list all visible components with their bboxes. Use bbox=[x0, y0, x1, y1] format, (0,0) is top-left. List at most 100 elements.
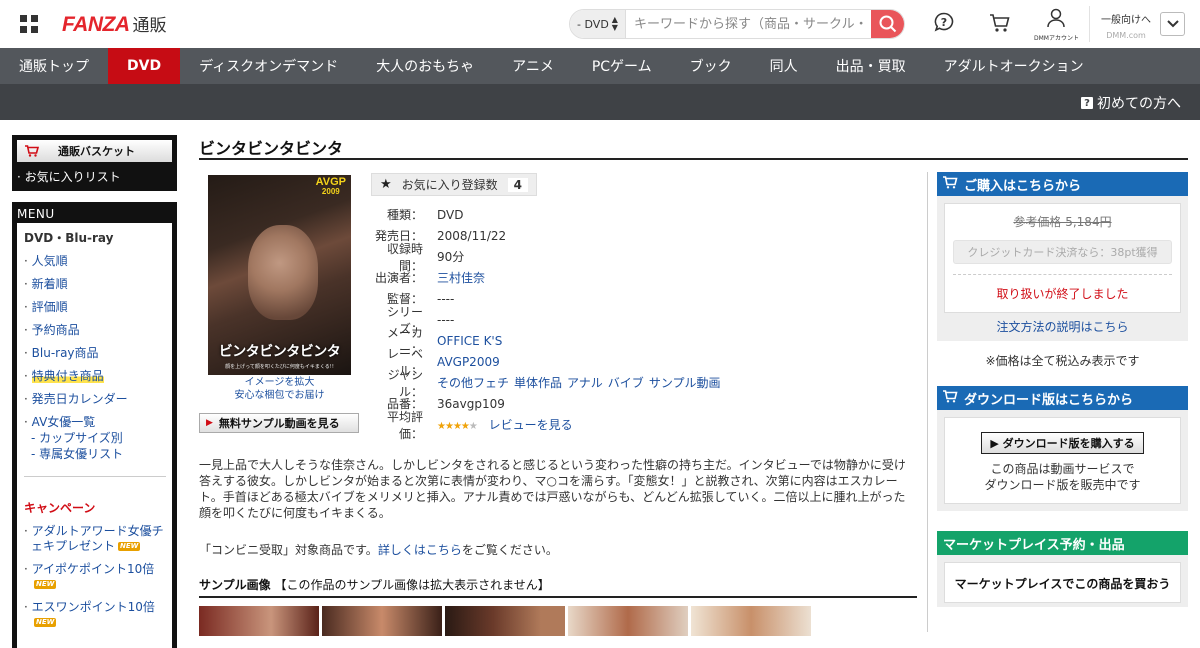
sidebar-sub-link[interactable]: - 専属女優リスト bbox=[31, 446, 166, 462]
app-grid-icon[interactable] bbox=[20, 15, 38, 33]
sample-thumbnail[interactable] bbox=[322, 606, 442, 636]
favorites-label: お気に入りリスト bbox=[24, 170, 121, 184]
search-category-label: - DVD bbox=[577, 17, 609, 31]
search-button[interactable] bbox=[871, 10, 904, 38]
spec-row-genre: ジャンル： その他フェチ 単体作品 アナル バイブ サンプル動画 bbox=[371, 368, 741, 399]
favorite-count-label: お気に入り登録数 bbox=[401, 178, 498, 192]
nav-item[interactable]: 通販トップ bbox=[0, 48, 108, 84]
purchase-head: ご購入はこちらから bbox=[937, 172, 1188, 196]
bullet: · bbox=[24, 277, 32, 291]
search-input[interactable] bbox=[626, 10, 871, 38]
sidebar-sub-link-label: 専属女優リスト bbox=[39, 447, 124, 461]
nav-item[interactable]: PCゲーム bbox=[573, 48, 671, 84]
order-method-link[interactable]: 注文方法の説明はこちら bbox=[944, 313, 1181, 337]
sidebar-menu-link-label: AV女優一覧 bbox=[31, 415, 96, 429]
user-icon bbox=[1047, 8, 1065, 28]
cover-links: イメージを拡大 安心な梱包でお届け bbox=[208, 376, 351, 402]
help-icon[interactable]: ? bbox=[934, 12, 954, 35]
marketplace-panel: マーケットプレイスでこの商品を買おう bbox=[937, 555, 1188, 607]
cart-icon[interactable] bbox=[989, 12, 1011, 37]
basket-button[interactable]: 通販バスケット bbox=[17, 140, 172, 162]
sample-video-button[interactable]: ▶ 無料サンプル動画を見る bbox=[199, 413, 359, 433]
sidebar-sub-link-label: カップサイズ別 bbox=[39, 431, 123, 445]
nav-item[interactable]: ブック bbox=[671, 48, 751, 84]
bullet: · bbox=[24, 415, 32, 429]
sidebar-menu-link[interactable]: · 新着順 bbox=[24, 277, 166, 292]
credit-card-points: クレジットカード決済なら：38pt獲得 bbox=[953, 240, 1172, 264]
genre-link[interactable]: アナル bbox=[567, 376, 603, 390]
sample-thumbnail[interactable] bbox=[568, 606, 688, 636]
enlarge-image-link[interactable]: イメージを拡大 bbox=[245, 377, 315, 388]
favorite-count-button[interactable]: ★ お気に入り登録数 4 bbox=[371, 173, 538, 196]
spec-key: 出演者： bbox=[374, 271, 423, 285]
rating-value: ★★★★★ レビューを見る bbox=[437, 416, 573, 433]
konbini-prefix: 「コンビニ受取」対象商品です。 bbox=[199, 543, 378, 557]
sidebar-menu-link[interactable]: · 評価順 bbox=[24, 300, 166, 315]
spec-value[interactable]: OFFICE K'S bbox=[437, 334, 502, 348]
bullet: · bbox=[24, 323, 32, 337]
account-button[interactable]: DMMアカウント bbox=[1034, 8, 1079, 42]
sidebar-menu-link[interactable]: · 特典付き商品 bbox=[24, 369, 166, 384]
download-button-label: ダウンロード版を購入する bbox=[1002, 437, 1135, 450]
spec-value: 2008/11/22 bbox=[437, 228, 507, 243]
reference-price: 参考価格 5,184円 bbox=[1013, 215, 1112, 229]
spec-row: 収録時間： 90分 bbox=[371, 242, 741, 273]
sidebar-menu-link-label: 発売日カレンダー bbox=[31, 392, 128, 406]
nav-item[interactable]: アダルトオークション bbox=[925, 48, 1103, 84]
search-category-select[interactable]: - DVD ▲ ▼ bbox=[570, 10, 626, 38]
sidebar-menu-link[interactable]: · 予約商品 bbox=[24, 323, 166, 338]
campaign-link[interactable]: · アイポケポイント10倍 NEW bbox=[24, 562, 166, 592]
first-time-link[interactable]: ? 初めての方へ bbox=[1081, 93, 1181, 113]
nav-item[interactable]: DVD bbox=[108, 48, 181, 84]
bullet: · bbox=[24, 346, 32, 360]
nav-item[interactable]: ディスクオンデマンド bbox=[180, 48, 357, 84]
nav-item[interactable]: 同人 bbox=[751, 48, 817, 84]
genre-link[interactable]: バイブ bbox=[608, 376, 644, 390]
nav-item[interactable]: 大人のおもちゃ bbox=[357, 48, 493, 84]
spec-value[interactable]: 三村佳奈 bbox=[437, 269, 485, 286]
site-logo[interactable]: FANZA 通販 bbox=[62, 11, 167, 37]
audience-switch[interactable]: 一般向けへ DMM.com bbox=[1098, 11, 1154, 40]
campaign-link[interactable]: · エスワンポイント10倍 NEW bbox=[24, 600, 166, 630]
genre-link[interactable]: 単体作品 bbox=[514, 376, 562, 390]
konbini-link[interactable]: 詳しくはこちら bbox=[378, 543, 462, 557]
konbini-suffix: をご覧ください。 bbox=[461, 543, 558, 557]
sample-thumbnail[interactable] bbox=[199, 606, 319, 636]
sample-thumbnail[interactable] bbox=[691, 606, 811, 636]
basket-box: 通販バスケット · お気に入りリスト bbox=[12, 135, 177, 191]
nav-item[interactable]: 出品・買取 bbox=[817, 48, 925, 84]
review-link[interactable]: レビューを見る bbox=[489, 418, 573, 432]
campaign-link[interactable]: · アダルトアワード女優チェキプレゼント NEW bbox=[24, 524, 166, 554]
sample-thumbnail[interactable] bbox=[445, 606, 565, 636]
genre-link[interactable]: サンプル動画 bbox=[649, 376, 721, 390]
sidebar-menu-link[interactable]: · AV女優一覧 bbox=[24, 415, 166, 430]
product-description: 一見上品で大人しそうな佳奈さん。しかしビンタをされると感じるという変わった性癖の… bbox=[199, 458, 906, 520]
download-purchase-button[interactable]: ▶ ダウンロード版を購入する bbox=[981, 432, 1144, 454]
packaging-link[interactable]: 安心な梱包でお届け bbox=[235, 390, 325, 401]
marketplace-text[interactable]: マーケットプレイスでこの商品を買おう bbox=[944, 562, 1181, 603]
sidebar-menu-link[interactable]: · Blu-ray商品 bbox=[24, 346, 166, 361]
sub-nav: ? 初めての方へ bbox=[0, 84, 1200, 120]
cart-icon bbox=[943, 175, 958, 193]
spec-value[interactable]: AVGP2009 bbox=[437, 355, 500, 369]
menu-box: MENU DVD・Blu-ray · 人気順 · 新着順 · 評価順 · 予約商品 · … bbox=[12, 202, 177, 648]
sidebar-menu-link[interactable]: · 人気順 bbox=[24, 254, 166, 269]
product-cover-image[interactable]: AVGP 2009 ビンタビンタビンタ 顔を上げって顔を叩くたびに何度もイキまく… bbox=[208, 175, 351, 375]
sidebar-menu-link-label: 人気順 bbox=[31, 254, 68, 268]
campaign-link-label: エスワンポイント10倍 bbox=[31, 600, 155, 614]
nav-item[interactable]: アニメ bbox=[493, 48, 573, 84]
logo-fanza: FANZA bbox=[62, 13, 130, 36]
chevron-down-icon bbox=[1166, 20, 1179, 28]
genre-link[interactable]: その他フェチ bbox=[437, 376, 509, 390]
spec-row: 発売日： 2008/11/22 bbox=[371, 225, 741, 246]
account-label: DMMアカウント bbox=[1034, 35, 1079, 42]
sidebar-sub-link[interactable]: - カップサイズ別 bbox=[31, 430, 166, 446]
favorites-link[interactable]: · お気に入りリスト bbox=[17, 162, 172, 187]
purchase-column: ご購入はこちらから 参考価格 5,184円 クレジットカード決済なら：38pt獲… bbox=[937, 172, 1188, 607]
page-title: ビンタビンタビンタ bbox=[199, 135, 1188, 160]
sample-thumbnails bbox=[199, 606, 814, 636]
sidebar-menu-link[interactable]: · 発売日カレンダー bbox=[24, 392, 166, 407]
audience-main-label: 一般向けへ bbox=[1101, 15, 1151, 26]
audience-dropdown-button[interactable] bbox=[1160, 12, 1185, 36]
sidebar-menu-link-label: 特典付き商品 bbox=[31, 369, 104, 383]
